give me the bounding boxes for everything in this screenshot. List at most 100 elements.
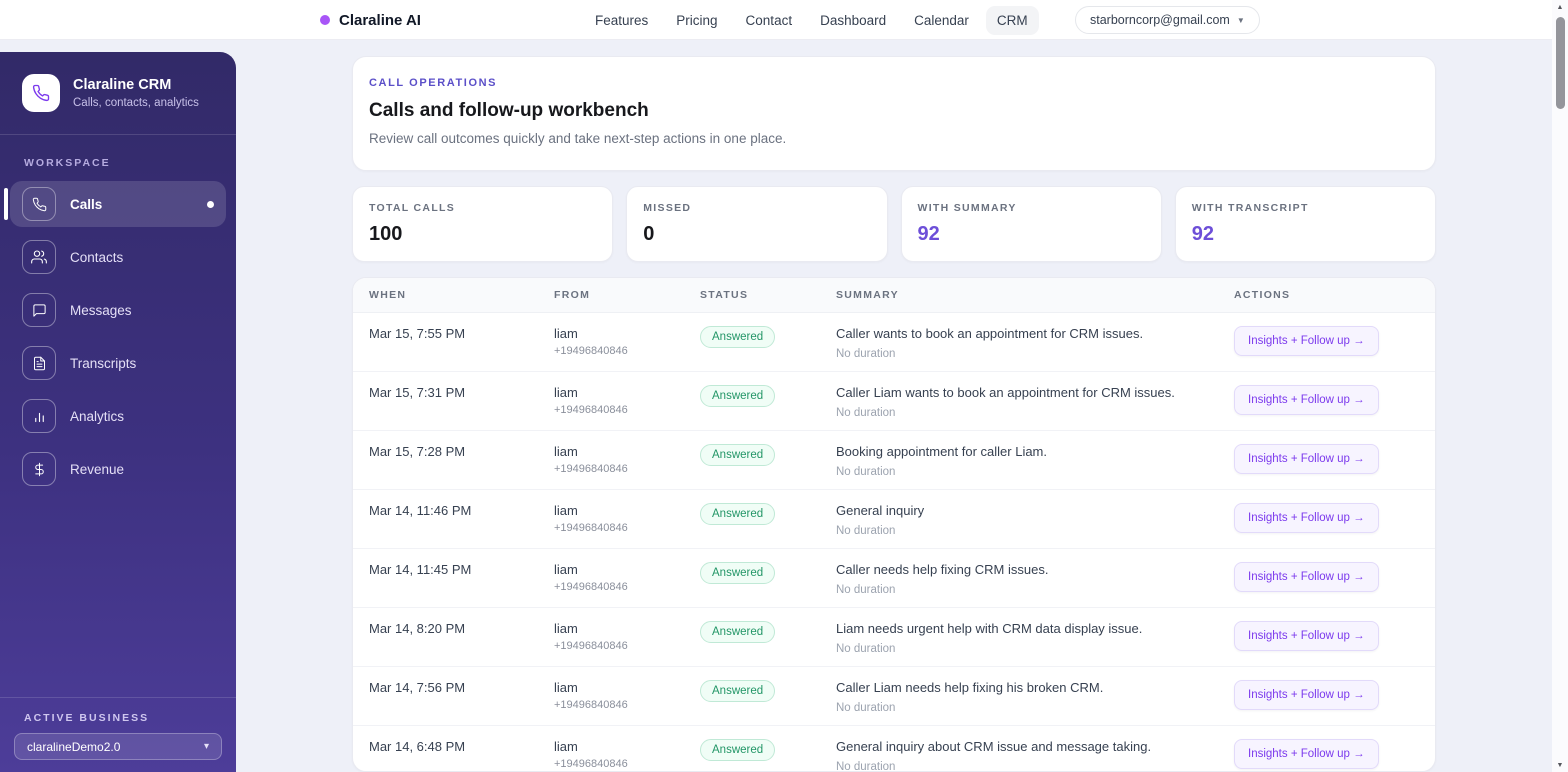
sidebar-item-label: Revenue: [70, 461, 125, 477]
page-scrollbar[interactable]: ▲ ▼: [1552, 0, 1568, 772]
scroll-up-arrow-icon[interactable]: ▲: [1557, 0, 1564, 14]
chevron-down-icon: ▾: [203, 741, 209, 752]
scrollbar-thumb[interactable]: [1555, 17, 1565, 109]
account-email: starborncorp@gmail.com: [1090, 13, 1230, 27]
summary-text: General inquiry: [836, 503, 925, 518]
caller-phone: +19496840846: [554, 699, 628, 711]
summary-text: Booking appointment for caller Liam.: [836, 444, 1048, 459]
page-header-card: CALL OPERATIONS Calls and follow-up work…: [352, 56, 1436, 171]
call-actions: Insights + Follow up →: [1218, 444, 1435, 474]
table-row: Mar 14, 6:48 PM liam +19496840846 Answer…: [353, 726, 1435, 772]
nav-link-calendar[interactable]: Calendar: [903, 6, 980, 35]
insights-followup-button[interactable]: Insights + Follow up →: [1234, 385, 1379, 415]
call-summary: Booking appointment for caller Liam. No …: [820, 444, 1218, 478]
nav-link-features[interactable]: Features: [584, 6, 659, 35]
call-summary: General inquiry about CRM issue and mess…: [820, 739, 1218, 772]
sidebar-item-analytics[interactable]: Analytics: [10, 393, 226, 439]
main-content: CALL OPERATIONS Calls and follow-up work…: [236, 40, 1568, 772]
insights-followup-button[interactable]: Insights + Follow up →: [1234, 680, 1379, 710]
call-actions: Insights + Follow up →: [1218, 326, 1435, 356]
status-badge: Answered: [700, 621, 776, 643]
summary-text: Caller needs help fixing CRM issues.: [836, 562, 1049, 577]
business-select[interactable]: claralineDemo2.0 ▾: [14, 733, 222, 760]
caller-phone: +19496840846: [554, 463, 628, 475]
sidebar-item-calls[interactable]: Calls: [4, 181, 226, 227]
caller-phone: +19496840846: [554, 345, 628, 357]
brand-logo-dot-icon: [320, 15, 330, 25]
call-when: Mar 14, 11:45 PM: [369, 562, 472, 577]
call-when: Mar 15, 7:31 PM: [369, 385, 466, 400]
call-status: Answered: [684, 680, 820, 702]
duration-text: No duration: [836, 348, 896, 360]
call-status: Answered: [684, 444, 820, 466]
stat-value: 100: [369, 223, 403, 245]
summary-text: Liam needs urgent help with CRM data dis…: [836, 621, 1143, 636]
top-navbar: Claraline AI Features Pricing Contact Dashb…: [0, 0, 1568, 40]
column-header-actions: ACTIONS: [1234, 289, 1291, 301]
active-dot-icon: [207, 200, 214, 208]
status-badge: Answered: [700, 562, 776, 584]
table-row: Mar 14, 8:20 PM liam +19496840846 Answer…: [353, 608, 1435, 667]
insights-followup-button[interactable]: Insights + Follow up →: [1234, 562, 1379, 592]
caller-name: liam: [554, 444, 578, 459]
call-when: Mar 14, 7:56 PM: [369, 680, 466, 695]
call-summary: Liam needs urgent help with CRM data dis…: [820, 621, 1218, 655]
table-body: Mar 15, 7:55 PM liam +19496840846 Answer…: [353, 313, 1435, 772]
table-row: Mar 15, 7:31 PM liam +19496840846 Answer…: [353, 372, 1435, 431]
insights-followup-button[interactable]: Insights + Follow up →: [1234, 739, 1379, 769]
call-actions: Insights + Follow up →: [1218, 562, 1435, 592]
nav-link-crm[interactable]: CRM: [985, 5, 1039, 35]
account-menu[interactable]: starborncorp@gmail.com ▼: [1075, 6, 1260, 34]
sidebar-item-messages[interactable]: Messages: [10, 287, 226, 333]
nav-link-dashboard[interactable]: Dashboard: [809, 6, 897, 35]
sidebar-item-revenue[interactable]: Revenue: [10, 446, 226, 492]
stat-label: TOTAL CALLS: [369, 202, 456, 214]
scroll-down-arrow-icon[interactable]: ▼: [1557, 758, 1564, 772]
stat-label: WITH SUMMARY: [917, 202, 1017, 214]
nav-link-contact[interactable]: Contact: [735, 6, 804, 35]
caller-phone: +19496840846: [554, 404, 628, 416]
duration-text: No duration: [836, 761, 896, 772]
document-icon: [22, 346, 56, 380]
caller-name: liam: [554, 326, 578, 341]
phone-app-icon: [22, 74, 60, 112]
column-header-status: STATUS: [700, 289, 749, 301]
call-when: Mar 14, 6:48 PM: [369, 739, 466, 754]
insights-followup-button[interactable]: Insights + Follow up →: [1234, 444, 1379, 474]
call-status: Answered: [684, 621, 820, 643]
call-actions: Insights + Follow up →: [1218, 621, 1435, 651]
table-row: Mar 15, 7:55 PM liam +19496840846 Answer…: [353, 313, 1435, 372]
caller-name: liam: [554, 562, 578, 577]
sidebar-item-contacts[interactable]: Contacts: [10, 234, 226, 280]
status-badge: Answered: [700, 326, 776, 348]
status-badge: Answered: [700, 444, 776, 466]
caller-name: liam: [554, 385, 578, 400]
page-subtitle: Review call outcomes quickly and take ne…: [369, 131, 787, 146]
insights-followup-button[interactable]: Insights + Follow up →: [1234, 621, 1379, 651]
sidebar-item-label: Analytics: [70, 408, 125, 424]
call-from: liam +19496840846: [538, 680, 684, 711]
caller-phone: +19496840846: [554, 581, 628, 593]
column-header-summary: SUMMARY: [836, 289, 899, 301]
column-header-from: FROM: [554, 289, 591, 301]
sidebar-item-transcripts[interactable]: Transcripts: [10, 340, 226, 386]
insights-followup-button[interactable]: Insights + Follow up →: [1234, 503, 1379, 533]
insights-followup-button[interactable]: Insights + Follow up →: [1234, 326, 1379, 356]
call-actions: Insights + Follow up →: [1218, 385, 1435, 415]
call-summary: General inquiry No duration: [820, 503, 1218, 537]
page-title: Calls and follow-up workbench: [369, 100, 649, 121]
caller-phone: +19496840846: [554, 522, 628, 534]
workspace-section-label: WORKSPACE: [24, 157, 111, 169]
duration-text: No duration: [836, 525, 896, 537]
status-badge: Answered: [700, 385, 776, 407]
caret-down-icon: ▼: [1236, 15, 1245, 25]
status-badge: Answered: [700, 503, 776, 525]
caller-name: liam: [554, 739, 578, 754]
call-actions: Insights + Follow up →: [1218, 680, 1435, 710]
call-actions: Insights + Follow up →: [1218, 739, 1435, 769]
nav-link-pricing[interactable]: Pricing: [665, 6, 728, 35]
sidebar-nav: Calls Contacts Messages Transcripts Analytic…: [0, 181, 236, 697]
sidebar-item-label: Calls: [70, 196, 103, 212]
call-from: liam +19496840846: [538, 444, 684, 475]
call-status: Answered: [684, 739, 820, 761]
